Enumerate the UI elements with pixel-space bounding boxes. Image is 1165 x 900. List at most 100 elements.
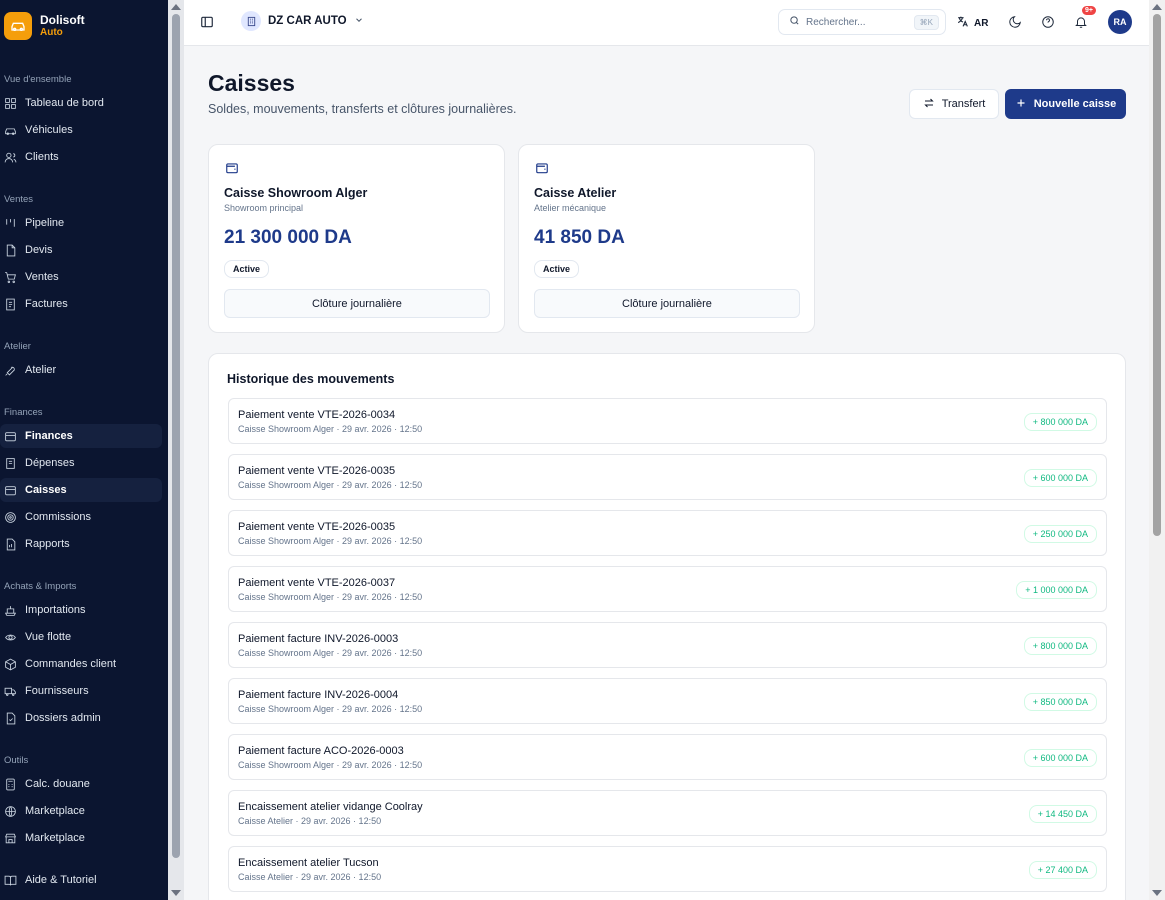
topbar: DZ CAR AUTO Rechercher... ⌘K AR 9+ RA: [184, 0, 1149, 46]
sidebar-item-depenses[interactable]: Dépenses: [0, 451, 162, 475]
sidebar: Dolisoft Auto Vue d'ensemble Tableau de …: [0, 0, 168, 900]
list-item[interactable]: Paiement vente VTE-2026-0037 Caisse Showr…: [228, 566, 1107, 612]
sidebar-scrollbar[interactable]: [168, 0, 184, 900]
page-title: Caisses: [208, 70, 295, 96]
sidebar-item-caisses[interactable]: Caisses: [0, 478, 162, 502]
caisse-desc: Atelier mécanique: [534, 203, 607, 213]
ship-icon: [4, 604, 17, 617]
status-badge: Active: [534, 260, 580, 278]
sidebar-item-finances[interactable]: Finances: [0, 424, 162, 448]
amount-badge: + 1 000 000 DA: [1016, 581, 1097, 599]
status-badge: Active: [224, 260, 270, 278]
section-finances: Finances: [4, 407, 43, 418]
folder-icon: [4, 712, 17, 725]
cashbox-icon: [4, 484, 17, 497]
sidebar-item-clients[interactable]: Clients: [0, 145, 162, 169]
scroll-thumb[interactable]: [172, 14, 180, 858]
avatar[interactable]: RA: [1108, 10, 1132, 34]
scroll-up-arrow-icon[interactable]: [171, 4, 181, 10]
section-ventes: Ventes: [4, 194, 34, 205]
target-icon: [4, 511, 17, 524]
amount-badge: + 600 000 DA: [1023, 749, 1097, 767]
wallet-icon: [535, 161, 549, 175]
sidebar-item-calc-douane[interactable]: Calc. douane: [0, 772, 162, 796]
sidebar-item-commandes-client[interactable]: Commandes client: [0, 652, 162, 676]
brand[interactable]: Dolisoft Auto: [4, 12, 85, 40]
cloture-journaliere-button[interactable]: Clôture journalière: [534, 289, 800, 318]
sidebar-item-pipeline[interactable]: Pipeline: [0, 211, 162, 235]
language-switch[interactable]: AR: [956, 15, 988, 31]
list-item[interactable]: Encaissement atelier vidange Coolray Cais…: [228, 790, 1107, 836]
caisse-name: Caisse Showroom Alger: [224, 186, 368, 200]
transfer-arrows-icon: [923, 97, 935, 112]
sidebar-item-ventes[interactable]: Ventes: [0, 265, 162, 289]
chevron-down-icon: [354, 15, 364, 28]
brand-product: Auto: [40, 26, 63, 38]
wrench-icon: [4, 364, 17, 377]
receipt-icon: [4, 457, 17, 470]
building-icon: [241, 11, 261, 31]
sidebar-item-vehicules[interactable]: Véhicules: [0, 118, 162, 142]
translate-icon: [956, 15, 969, 31]
sidebar-item-atelier[interactable]: Atelier: [0, 358, 162, 382]
list-item[interactable]: Paiement facture INV-2026-0004 Caisse Sho…: [228, 678, 1107, 724]
sidebar-toggle-icon[interactable]: [200, 15, 214, 29]
help-icon[interactable]: [1041, 15, 1055, 29]
caisse-name: Caisse Atelier: [534, 186, 617, 200]
list-item[interactable]: Paiement facture INV-2026-0003 Caisse Sho…: [228, 622, 1107, 668]
amount-badge: + 800 000 DA: [1023, 637, 1097, 655]
sidebar-item-aide-tutoriel[interactable]: Aide & Tutoriel: [0, 868, 162, 892]
section-achats-imports: Achats & Imports: [4, 581, 77, 592]
list-item[interactable]: Paiement vente VTE-2026-0035 Caisse Showr…: [228, 454, 1107, 500]
sidebar-item-vue-flotte[interactable]: Vue flotte: [0, 625, 162, 649]
sidebar-item-devis[interactable]: Devis: [0, 238, 162, 262]
notification-badge: 9+: [1081, 5, 1097, 16]
list-item[interactable]: Encaissement atelier Tucson Caisse Atelie…: [228, 846, 1107, 892]
dark-mode-moon-icon[interactable]: [1008, 15, 1022, 29]
sidebar-item-dossiers-admin[interactable]: Dossiers admin: [0, 706, 162, 730]
calculator-icon: [4, 778, 17, 791]
caisse-balance: 41 850 DA: [534, 227, 625, 248]
transfert-button[interactable]: Transfert: [909, 89, 999, 119]
new-caisse-button[interactable]: Nouvelle caisse: [1005, 89, 1126, 119]
amount-badge: + 850 000 DA: [1023, 693, 1097, 711]
caisse-desc: Showroom principal: [224, 203, 304, 213]
users-icon: [4, 151, 17, 164]
invoice-icon: [4, 298, 17, 311]
brand-name: Dolisoft: [40, 12, 85, 27]
history-title: Historique des mouvements: [227, 372, 395, 386]
company-selector[interactable]: DZ CAR AUTO: [241, 11, 364, 31]
sidebar-item-rapports[interactable]: Rapports: [0, 532, 162, 556]
pipeline-icon: [4, 217, 17, 230]
sidebar-item-importations[interactable]: Importations: [0, 598, 162, 622]
page-subtitle: Soldes, mouvements, transferts et clôtur…: [208, 102, 517, 116]
list-item[interactable]: Paiement vente VTE-2026-0035 Caisse Showr…: [228, 510, 1107, 556]
caisse-card: Caisse Showroom Alger Showroom principal…: [208, 144, 505, 333]
cloture-journaliere-button[interactable]: Clôture journalière: [224, 289, 490, 318]
search-input[interactable]: Rechercher... ⌘K: [778, 9, 946, 35]
sidebar-item-marketplace-store[interactable]: Marketplace: [0, 826, 162, 850]
scroll-down-arrow-icon[interactable]: [171, 890, 181, 896]
sidebar-item-tableau-de-bord[interactable]: Tableau de bord: [0, 91, 162, 115]
scroll-down-arrow-icon[interactable]: [1152, 890, 1162, 896]
fleet-icon: [4, 631, 17, 644]
movement-history: Historique des mouvements Paiement vente…: [208, 353, 1126, 900]
search-placeholder: Rechercher...: [806, 16, 866, 28]
amount-badge: + 250 000 DA: [1023, 525, 1097, 543]
list-item[interactable]: Paiement vente VTE-2026-0034 Caisse Showr…: [228, 398, 1107, 444]
sidebar-item-marketplace-globe[interactable]: Marketplace: [0, 799, 162, 823]
car-icon: [4, 124, 17, 137]
scroll-thumb[interactable]: [1153, 14, 1161, 536]
amount-badge: + 27 400 DA: [1028, 861, 1097, 879]
list-item[interactable]: Paiement facture ACO-2026-0003 Caisse Sho…: [228, 734, 1107, 780]
wallet-icon: [225, 161, 239, 175]
main-scrollbar[interactable]: [1149, 0, 1165, 900]
car-logo-icon: [4, 12, 32, 40]
sidebar-item-fournisseurs[interactable]: Fournisseurs: [0, 679, 162, 703]
scroll-up-arrow-icon[interactable]: [1152, 4, 1162, 10]
file-icon: [4, 244, 17, 257]
sidebar-item-factures[interactable]: Factures: [0, 292, 162, 316]
report-icon: [4, 538, 17, 551]
notification-bell-icon[interactable]: [1074, 15, 1088, 29]
sidebar-item-commissions[interactable]: Commissions: [0, 505, 162, 529]
